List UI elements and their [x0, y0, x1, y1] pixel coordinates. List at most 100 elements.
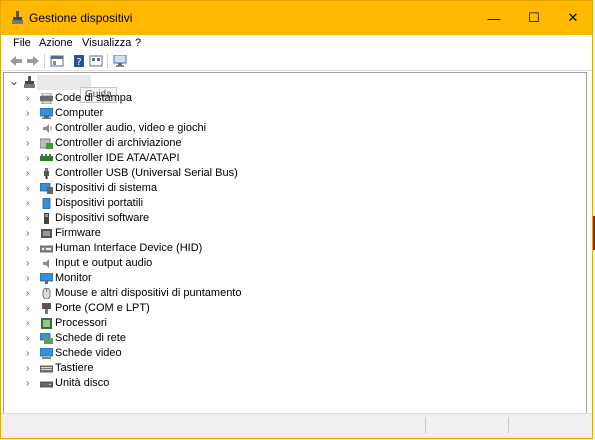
audio-io-icon: [43, 259, 49, 268]
expand-chevron-icon[interactable]: ›: [26, 318, 29, 329]
system-device-icon: [40, 183, 53, 194]
toolbar-separator: [107, 54, 108, 68]
expand-chevron-icon[interactable]: ›: [26, 333, 29, 344]
usb-icon: [44, 168, 49, 179]
expand-chevron-icon[interactable]: ›: [26, 378, 29, 389]
expand-chevron-icon[interactable]: ›: [26, 108, 29, 119]
disk-drive-icon: [40, 381, 53, 388]
expand-chevron-icon[interactable]: ›: [26, 228, 29, 239]
hid-icon: [40, 245, 53, 253]
storage-controller-icon: [40, 138, 53, 149]
tree-node[interactable]: › Processori: [4, 316, 304, 331]
status-separator: [425, 417, 426, 433]
close-button[interactable]: ✕: [553, 1, 593, 35]
ide-controller-icon: [40, 154, 53, 161]
tree-node[interactable]: › Schede video: [4, 346, 304, 361]
tree-node[interactable]: › Controller di archiviazione: [4, 136, 304, 151]
back-arrow-icon[interactable]: [9, 55, 23, 67]
mouse-icon: [42, 288, 51, 299]
expand-chevron-icon[interactable]: ›: [26, 168, 29, 179]
expand-chevron-icon[interactable]: ›: [26, 243, 29, 254]
device-manager-app-icon: [12, 11, 23, 24]
tree-node-label: Controller USB (Universal Serial Bus): [55, 167, 238, 179]
computer-icon: [40, 108, 53, 119]
tree-node-label: Unità disco: [55, 377, 110, 389]
expand-chevron-icon[interactable]: ›: [26, 258, 29, 269]
tree-node[interactable]: › Tastiere: [4, 361, 304, 376]
display-adapter-icon: [40, 348, 53, 359]
expand-chevron-icon[interactable]: ›: [26, 303, 29, 314]
tree-node-label: Tastiere: [55, 362, 94, 374]
expand-chevron-icon[interactable]: ›: [26, 138, 29, 149]
tree-node[interactable]: › Mouse e altri dispositivi di puntamento: [4, 286, 304, 301]
tree-node-label: Mouse e altri dispositivi di puntamento: [55, 287, 242, 299]
tree-node[interactable]: › Controller audio, video e giochi: [4, 121, 304, 136]
maximize-button[interactable]: ☐: [514, 1, 554, 35]
tree-node-label: Dispositivi portatili: [55, 197, 144, 209]
speaker-icon: [43, 124, 52, 133]
minimize-button[interactable]: —: [474, 1, 514, 35]
svg-text:?: ?: [76, 57, 81, 67]
device-tree[interactable]: ⌄ Guida › Code di stampa › Computer › Control…: [3, 72, 587, 415]
tree-node[interactable]: › Firmware: [4, 226, 304, 241]
expand-chevron-icon[interactable]: ›: [26, 153, 29, 164]
forward-arrow-icon[interactable]: [26, 55, 40, 67]
tree-node[interactable]: › Controller IDE ATA/ATAPI: [4, 151, 304, 166]
expand-chevron-icon[interactable]: ›: [26, 123, 29, 134]
tree-node[interactable]: › Monitor: [4, 271, 304, 286]
tree-node-label: Code di stampa: [55, 92, 133, 104]
tree-node[interactable]: › Human Interface Device (HID): [4, 241, 304, 256]
tree-node[interactable]: › Code di stampa: [4, 91, 304, 106]
tree-node[interactable]: › Input e output audio: [4, 256, 304, 271]
tree-node-label: Input e output audio: [55, 257, 153, 269]
software-device-icon: [44, 213, 49, 224]
menu-help[interactable]: ?: [135, 37, 141, 49]
tree-node[interactable]: › Controller USB (Universal Serial Bus): [4, 166, 304, 181]
menu-file[interactable]: File: [13, 37, 31, 49]
tree-node-label: Dispositivi di sistema: [55, 182, 158, 194]
tree-node[interactable]: › Dispositivi di sistema: [4, 181, 304, 196]
expand-chevron-icon[interactable]: ›: [26, 213, 29, 224]
expand-chevron-icon[interactable]: ›: [26, 273, 29, 284]
tree-node[interactable]: › Schede di rete: [4, 331, 304, 346]
processor-icon: [41, 318, 52, 329]
menu-azione[interactable]: Azione: [39, 37, 73, 49]
monitor-icon: [40, 273, 53, 284]
tree-node-label: Controller di archiviazione: [55, 137, 182, 149]
expand-chevron-icon[interactable]: ›: [26, 363, 29, 374]
tree-node[interactable]: › Dispositivi software: [4, 211, 304, 226]
tree-node-label: Porte (COM e LPT): [55, 302, 150, 314]
keyboard-icon: [40, 365, 53, 373]
tree-node-label: Controller IDE ATA/ATAPI: [55, 152, 180, 164]
expand-chevron-icon[interactable]: ›: [26, 93, 29, 104]
firmware-icon: [41, 229, 52, 238]
tree-node[interactable]: › Porte (COM e LPT): [4, 301, 304, 316]
help-icon[interactable]: ?: [72, 55, 86, 67]
scan-hardware-icon[interactable]: [113, 55, 127, 67]
menu-bar: File Azione Visualizza ?: [1, 35, 592, 52]
tree-node[interactable]: › Dispositivi portatili: [4, 196, 304, 211]
tree-node-label: Controller audio, video e giochi: [55, 122, 207, 134]
network-adapter-icon: [40, 333, 53, 344]
tree-node[interactable]: › Unità disco: [4, 376, 304, 391]
tree-node[interactable]: › Computer: [4, 106, 304, 121]
portable-device-icon: [42, 198, 51, 209]
expand-chevron-icon[interactable]: ›: [26, 288, 29, 299]
title-bar[interactable]: Gestione dispositivi — ☐ ✕: [1, 1, 592, 35]
expand-chevron-icon[interactable]: ›: [26, 183, 29, 194]
port-icon: [42, 303, 51, 314]
menu-visualizza[interactable]: Visualizza: [82, 37, 131, 49]
tree-node-label: Human Interface Device (HID): [55, 242, 203, 254]
status-separator: [508, 417, 509, 433]
toolbar: ?: [1, 52, 592, 71]
tree-node-label: Dispositivi software: [55, 212, 150, 224]
expand-chevron-icon[interactable]: ›: [26, 198, 29, 209]
toolbar-separator: [44, 54, 45, 68]
show-hidden-icon[interactable]: [89, 55, 103, 67]
root-expand-chevron[interactable]: ⌄: [9, 74, 19, 88]
window-title: Gestione dispositivi: [29, 11, 133, 25]
tree-node-label: Firmware: [55, 227, 101, 239]
properties-icon[interactable]: [50, 55, 64, 67]
expand-chevron-icon[interactable]: ›: [26, 348, 29, 359]
computer-root-icon: [24, 76, 35, 88]
